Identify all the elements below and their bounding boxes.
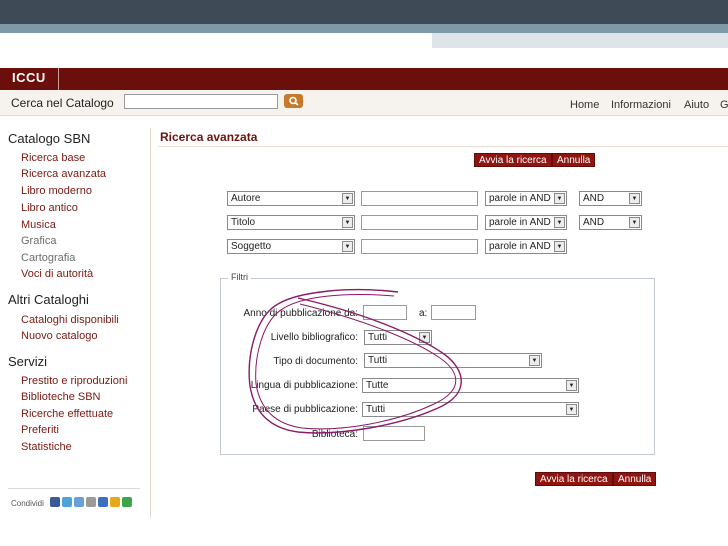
op-select-2[interactable]: AND ▼: [579, 215, 642, 230]
op-select-2-value: AND: [583, 217, 605, 228]
sidebar-item-prestito[interactable]: Prestito e riproduzioni: [21, 375, 127, 387]
sidebar-item-libro-antico[interactable]: Libro antico: [21, 202, 78, 214]
sidebar-item-ricerche-effettuate[interactable]: Ricerche effettuate: [21, 408, 113, 420]
sidebar-item-grafica: Grafica: [21, 235, 57, 247]
nav-more[interactable]: G: [720, 99, 728, 111]
page-title: Ricerca avanzata: [160, 130, 258, 144]
mode-select-2-value: parole in AND: [489, 217, 551, 228]
myspace-icon[interactable]: [86, 497, 96, 507]
op-select-1[interactable]: AND ▼: [579, 191, 642, 206]
nav-informazioni[interactable]: Informazioni: [611, 99, 671, 111]
sidebar-item-statistiche[interactable]: Statistiche: [21, 441, 72, 453]
top-bar: [0, 68, 728, 90]
chevron-down-icon: ▼: [554, 241, 565, 252]
logo-separator: [58, 68, 59, 90]
slide-accent-bar: [0, 24, 728, 33]
field-select-1[interactable]: Autore ▼: [227, 191, 355, 206]
chevron-down-icon: ▼: [342, 241, 353, 252]
mode-select-1[interactable]: parole in AND ▼: [485, 191, 567, 206]
reddit-icon[interactable]: [110, 497, 120, 507]
field-value-1[interactable]: [361, 191, 478, 206]
share-divider: [8, 488, 140, 489]
facebook-icon[interactable]: [50, 497, 60, 507]
sidebar-item-libro-moderno[interactable]: Libro moderno: [21, 185, 92, 197]
search-button[interactable]: [284, 94, 303, 108]
search-icon: [288, 96, 299, 106]
op-select-1-value: AND: [583, 193, 605, 204]
cancel-button-top[interactable]: Annulla: [552, 153, 596, 167]
chevron-down-icon: ▼: [566, 380, 577, 391]
field-select-2-value: Titolo: [231, 217, 256, 228]
chevron-down-icon: ▼: [566, 404, 577, 415]
sidebar-item-voci-autorita[interactable]: Voci di autorità: [21, 268, 93, 280]
nav-home[interactable]: Home: [570, 99, 599, 111]
mode-select-2[interactable]: parole in AND ▼: [485, 215, 567, 230]
share-more-icon[interactable]: [122, 497, 132, 507]
field-value-2[interactable]: [361, 215, 478, 230]
filters-legend: Filtri: [228, 272, 251, 282]
sidebar-heading-servizi: Servizi: [8, 354, 48, 369]
digg-icon[interactable]: [98, 497, 108, 507]
chevron-down-icon: ▼: [554, 193, 565, 204]
delicious-icon[interactable]: [74, 497, 84, 507]
field-select-1-value: Autore: [231, 193, 261, 204]
chevron-down-icon: ▼: [342, 193, 353, 204]
mode-select-1-value: parole in AND: [489, 193, 551, 204]
field-select-3-value: Soggetto: [231, 241, 272, 252]
field-select-2[interactable]: Titolo ▼: [227, 215, 355, 230]
search-submit-button-top[interactable]: Avvia la ricerca: [474, 153, 552, 167]
share-label: Condividi: [11, 499, 44, 508]
mode-select-3[interactable]: parole in AND ▼: [485, 239, 567, 254]
title-rule: [158, 146, 728, 147]
nav-aiuto[interactable]: Aiuto: [684, 99, 709, 111]
sidebar-item-cataloghi-disponibili[interactable]: Cataloghi disponibili: [21, 314, 119, 326]
chevron-down-icon: ▼: [342, 217, 353, 228]
slide-header-bar: [0, 0, 728, 24]
sidebar-heading-altri: Altri Cataloghi: [8, 292, 89, 307]
sidebar-divider: [150, 128, 151, 518]
search-submit-button-bottom[interactable]: Avvia la ricerca: [535, 472, 613, 486]
chevron-down-icon: ▼: [629, 193, 640, 204]
field-select-3[interactable]: Soggetto ▼: [227, 239, 355, 254]
sidebar-item-preferiti[interactable]: Preferiti: [21, 424, 59, 436]
sidebar-item-nuovo-catalogo[interactable]: Nuovo catalogo: [21, 330, 97, 342]
sidebar-heading-catalogo: Catalogo SBN: [8, 131, 91, 146]
catalog-search-input[interactable]: [124, 94, 278, 109]
chevron-down-icon: ▼: [629, 217, 640, 228]
cancel-button-bottom[interactable]: Annulla: [613, 472, 657, 486]
mode-select-3-value: parole in AND: [489, 241, 551, 252]
annotation-loop: [248, 288, 462, 434]
search-label: Cerca nel Catalogo: [11, 96, 114, 110]
chevron-down-icon: ▼: [554, 217, 565, 228]
slide-accent-strip: [432, 33, 728, 48]
chevron-down-icon: ▼: [529, 355, 540, 366]
iccu-logo[interactable]: ICCU: [12, 70, 46, 85]
twitter-icon[interactable]: [62, 497, 72, 507]
sidebar-item-ricerca-base[interactable]: Ricerca base: [21, 152, 85, 164]
sidebar-item-musica[interactable]: Musica: [21, 219, 56, 231]
sidebar-item-biblioteche[interactable]: Biblioteche SBN: [21, 391, 101, 403]
sidebar-item-ricerca-avanzata[interactable]: Ricerca avanzata: [21, 168, 106, 180]
field-value-3[interactable]: [361, 239, 478, 254]
sidebar-item-cartografia: Cartografia: [21, 252, 76, 264]
